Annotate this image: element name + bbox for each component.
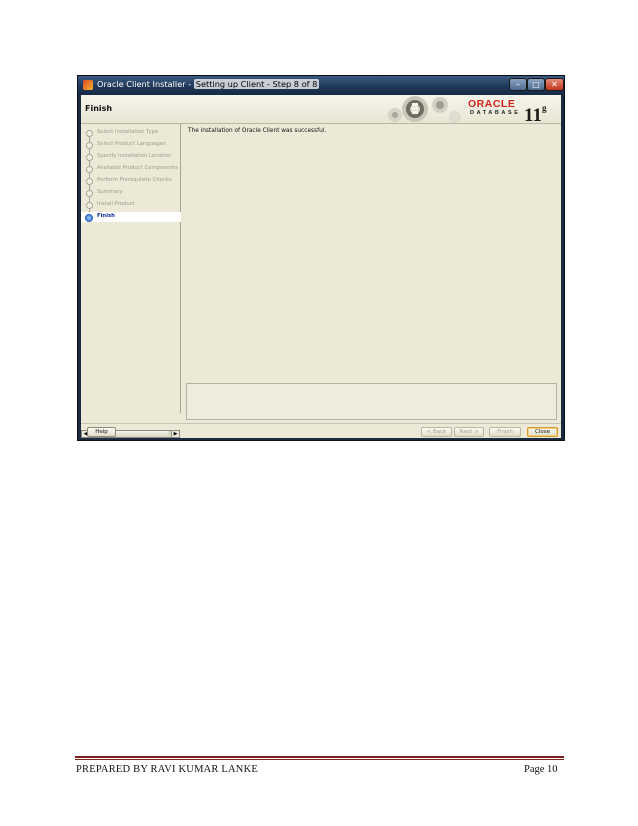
version-suffix: g [541, 103, 547, 113]
page-number: Page 10 [524, 764, 558, 775]
step-label: Install Product [97, 201, 135, 207]
step-label: Select Installation Type [97, 129, 159, 135]
step-perform-prerequisite-checks[interactable]: Perform Prerequisite Checks [81, 176, 181, 186]
version-number: 11 [524, 105, 542, 126]
minimize-button[interactable]: – [509, 78, 527, 91]
window-title-prefix: Oracle Client Installer - [97, 79, 194, 89]
step-summary[interactable]: Summary [81, 188, 181, 198]
step-done-icon [86, 166, 93, 173]
close-button[interactable]: Close [527, 427, 558, 437]
success-message: The installation of Oracle Client was su… [188, 128, 327, 134]
next-button[interactable]: Next > [454, 427, 484, 437]
window-title-step: Setting up Client - Step 8 of 8 [193, 79, 320, 89]
step-done-icon [86, 154, 93, 161]
button-bar: Help < Back Next > Finish Close [81, 423, 561, 439]
step-label: Finish [97, 213, 115, 219]
footer-rule-thin [75, 759, 564, 760]
steps-sidebar: Select Installation Type Select Product … [81, 124, 181, 413]
oracle-logo: ORACLE [468, 98, 516, 110]
help-button[interactable]: Help [87, 427, 116, 437]
step-finish[interactable]: Finish [81, 212, 181, 222]
step-label: Perform Prerequisite Checks [97, 177, 172, 183]
window-client-area: Finish ORACLE DATABASE 11g Select Instal… [81, 95, 561, 438]
wizard-header: Finish ORACLE DATABASE 11g [81, 95, 561, 126]
step-available-product-components[interactable]: Available Product Components [81, 164, 181, 174]
step-label: Select Product Languages [97, 141, 166, 147]
content-panel: The installation of Oracle Client was su… [181, 124, 561, 420]
back-button[interactable]: < Back [421, 427, 452, 437]
step-select-product-languages[interactable]: Select Product Languages [81, 140, 181, 150]
step-done-icon [86, 202, 93, 209]
step-label: Available Product Components [97, 165, 178, 171]
footer-rule [75, 756, 564, 758]
step-specify-installation-location[interactable]: Specify Installation Location [81, 152, 181, 162]
step-done-icon [86, 190, 93, 197]
step-done-icon [86, 130, 93, 137]
footer-author: PREPARED BY RAVI KUMAR LANKE [76, 764, 258, 775]
window-title: Oracle Client Installer - Setting up Cli… [97, 79, 320, 89]
step-done-icon [86, 142, 93, 149]
step-done-icon [86, 178, 93, 185]
close-window-button[interactable]: ✕ [545, 78, 564, 91]
installer-window: Oracle Client Installer - Setting up Cli… [77, 75, 565, 441]
step-install-product[interactable]: Install Product [81, 200, 181, 210]
database-label: DATABASE [470, 110, 521, 116]
finish-button[interactable]: Finish [489, 427, 521, 437]
maximize-button[interactable]: □ [527, 78, 545, 91]
app-icon [83, 80, 93, 90]
step-title: Finish [85, 104, 113, 113]
title-bar[interactable]: Oracle Client Installer - Setting up Cli… [78, 76, 564, 95]
gears-graphic-icon [388, 96, 461, 123]
step-current-icon [85, 214, 93, 222]
step-label: Summary [97, 189, 123, 195]
step-select-installation-type[interactable]: Select Installation Type [81, 128, 181, 138]
details-box [186, 383, 557, 420]
step-label: Specify Installation Location [97, 153, 172, 159]
